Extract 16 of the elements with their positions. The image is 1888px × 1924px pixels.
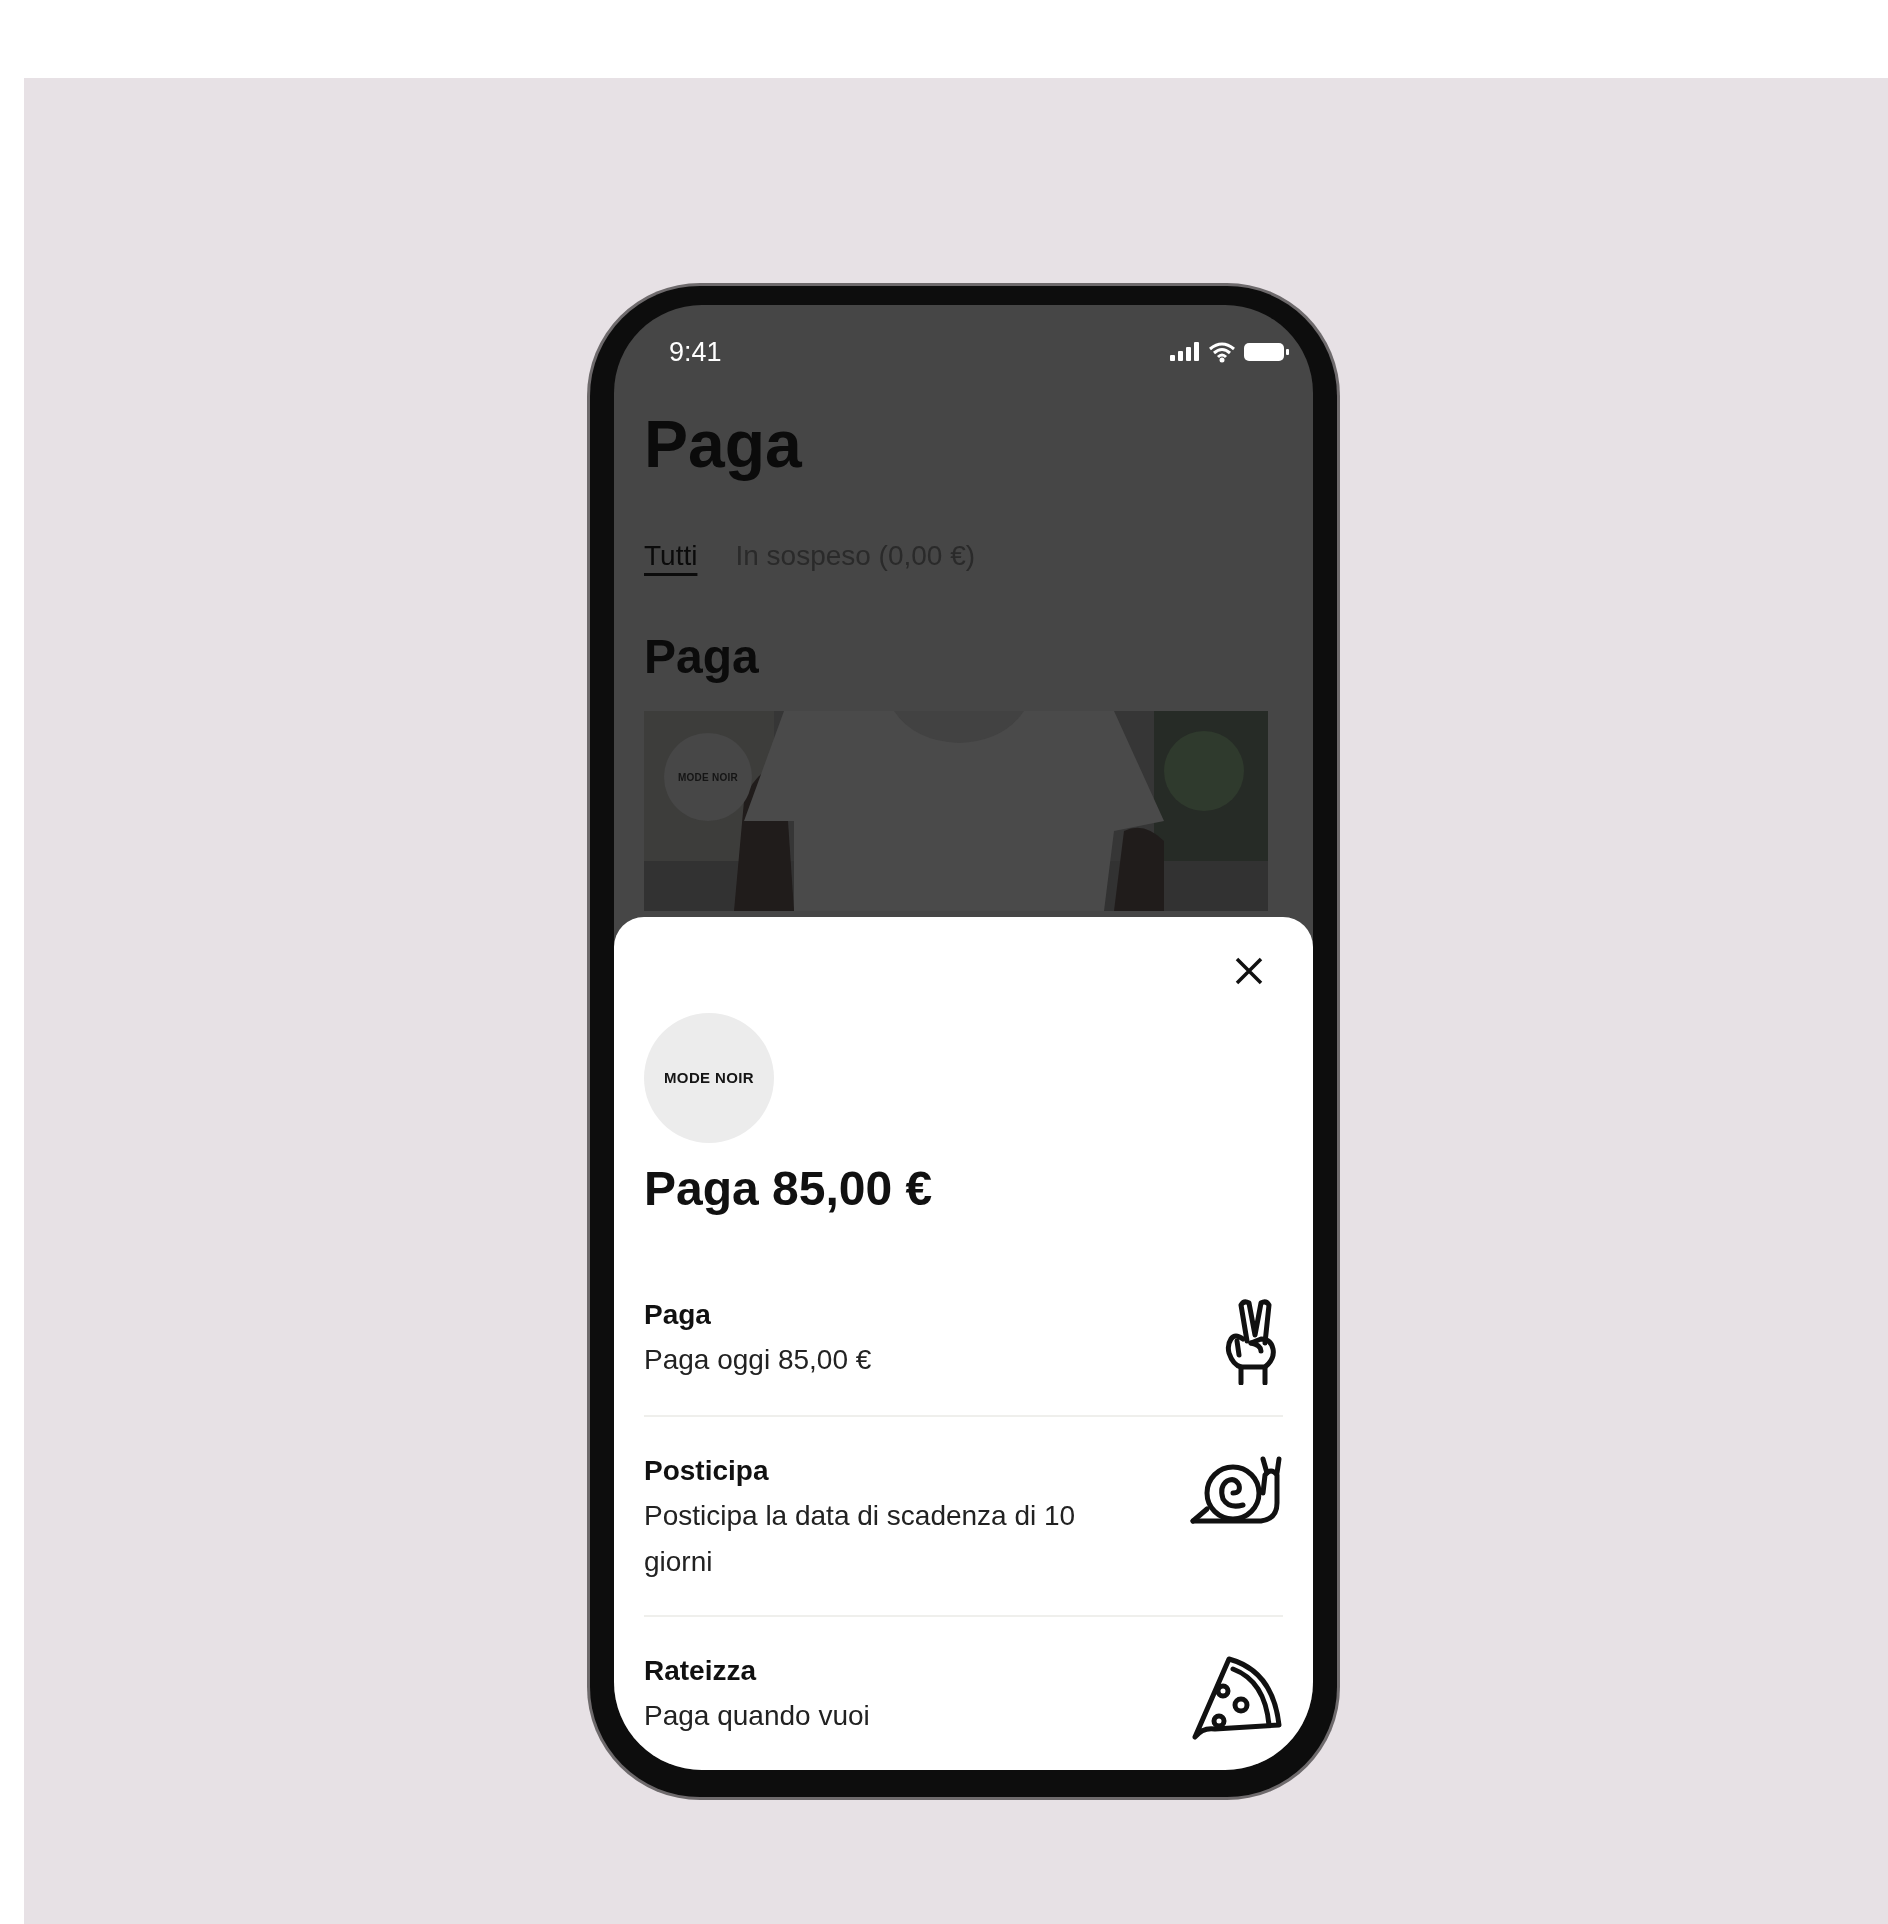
brand-logo: MODE NOIR: [644, 1013, 774, 1143]
payment-option[interactable]: Rateizza Paga quando vuoi: [644, 1651, 1283, 1743]
signal-icon: [1170, 342, 1200, 362]
option-title: Rateizza: [644, 1654, 758, 1688]
wifi-icon: [1208, 341, 1236, 363]
option-title: Posticipa: [644, 1454, 770, 1488]
option-description: Posticipa la data di scadenza di 10 giorni: [644, 1499, 1077, 1579]
option-description: Paga quando vuoi: [644, 1699, 871, 1733]
payment-option[interactable]: Posticipa Posticipa la data di scadenza di 10 giorni: [644, 1451, 1283, 1617]
option-title: Paga: [644, 1298, 712, 1332]
section-title: Paga: [644, 633, 760, 681]
option-description: Paga oggi 85,00 €: [644, 1343, 873, 1377]
status-time: 9:41: [669, 335, 722, 369]
payment-option[interactable]: Paga Paga oggi 85,00 €: [644, 1295, 1283, 1417]
battery-icon: [1244, 343, 1289, 361]
sheet-heading: Paga 85,00 €: [644, 1165, 934, 1213]
